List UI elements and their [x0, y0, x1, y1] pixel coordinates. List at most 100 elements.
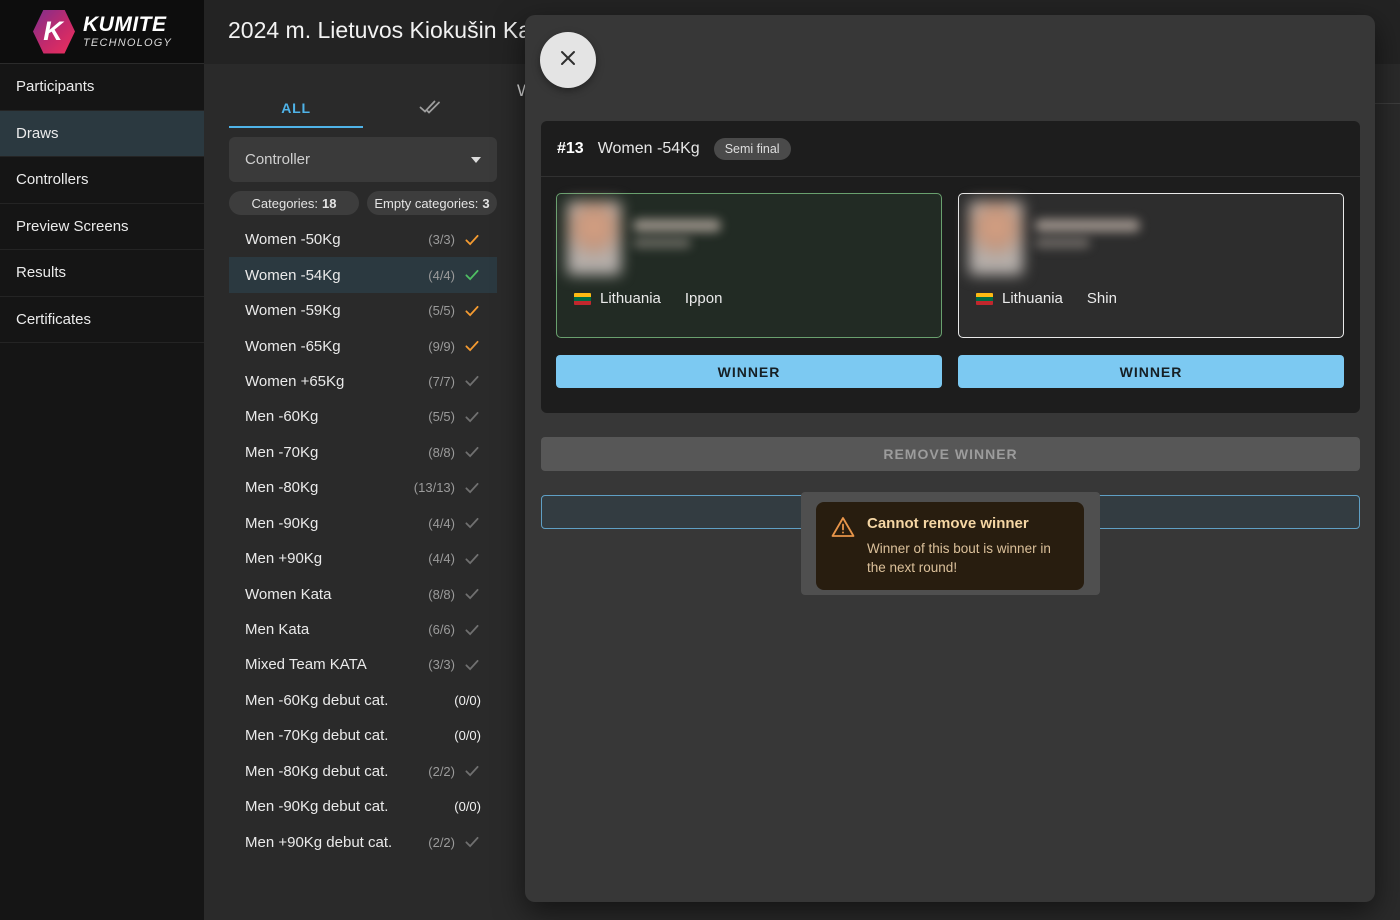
category-row[interactable]: Men -80Kg debut cat.(2/2) — [229, 754, 497, 789]
brand-hexagon-icon: K — [33, 10, 75, 54]
categories-count-chip: Categories:18 — [229, 191, 359, 215]
check-icon — [463, 833, 481, 851]
active-tab-indicator — [229, 126, 363, 128]
category-row[interactable]: Men -90Kg debut cat.(0/0) — [229, 789, 497, 824]
sidebar-nav: Participants Draws Controllers Preview Scre… — [0, 64, 204, 343]
category-count: (5/5) — [428, 303, 455, 318]
category-count: (4/4) — [428, 516, 455, 531]
cannot-remove-winner-tooltip: Cannot remove winner Winner of this bout… — [816, 502, 1084, 590]
sidebar-item-participants[interactable]: Participants — [0, 64, 204, 111]
category-row[interactable]: Women -50Kg(3/3) — [229, 222, 497, 257]
category-name: Men -90Kg debut cat. — [245, 798, 448, 815]
category-row[interactable]: Men -60Kg (5/5) — [229, 399, 497, 434]
sidebar: K KUMITE TECHNOLOGY Participants Draws Con… — [0, 0, 204, 920]
category-count: (0/0) — [454, 728, 481, 743]
category-tabs: ALL — [229, 88, 497, 128]
controller-select[interactable]: Controller — [229, 137, 497, 182]
category-name: Men -60Kg — [245, 408, 422, 425]
category-name: Women Kata — [245, 586, 422, 603]
brand-subtitle: TECHNOLOGY — [83, 38, 172, 49]
category-row[interactable]: Men +90Kg (4/4) — [229, 541, 497, 576]
check-icon — [463, 621, 481, 639]
competitor-country: Lithuania — [600, 290, 661, 307]
tab-all[interactable]: ALL — [229, 88, 363, 128]
sidebar-item-label: Controllers — [16, 171, 89, 188]
category-count: (7/7) — [428, 374, 455, 389]
check-icon — [463, 408, 481, 426]
competitor-club: Shin — [1087, 290, 1117, 307]
empty-categories-chip: Empty categories:3 — [367, 191, 497, 215]
competitor-name-blurred — [1035, 219, 1140, 232]
sidebar-item-label: Draws — [16, 125, 59, 142]
bout-dialog: #13 Women -54Kg Semi final Lithuania Ipp… — [525, 15, 1375, 902]
category-name: Women +65Kg — [245, 373, 422, 390]
check-icon — [463, 479, 481, 497]
tooltip-body: Winner of this bout is winner in the nex… — [867, 539, 1070, 577]
bout-card: #13 Women -54Kg Semi final Lithuania Ipp… — [541, 121, 1360, 413]
category-name: Women -50Kg — [245, 231, 422, 248]
category-count: (2/2) — [428, 835, 455, 850]
warning-icon — [831, 516, 855, 538]
sidebar-item-results[interactable]: Results — [0, 250, 204, 297]
competitor-country: Lithuania — [1002, 290, 1063, 307]
category-row[interactable]: Men Kata(6/6) — [229, 612, 497, 647]
check-icon — [463, 585, 481, 603]
remove-winner-button[interactable]: REMOVE WINNER — [541, 437, 1360, 471]
close-button[interactable] — [540, 32, 596, 88]
tab-completed[interactable] — [363, 88, 497, 128]
category-row[interactable]: Women Kata(8/8) — [229, 576, 497, 611]
check-icon — [463, 231, 481, 249]
sidebar-item-preview-screens[interactable]: Preview Screens — [0, 204, 204, 251]
category-count: (4/4) — [428, 551, 455, 566]
sidebar-item-draws[interactable]: Draws — [0, 111, 204, 158]
check-icon — [463, 302, 481, 320]
lithuania-flag-icon — [976, 293, 993, 305]
check-icon — [463, 550, 481, 568]
category-count: (5/5) — [428, 409, 455, 424]
category-name: Men -70Kg debut cat. — [245, 727, 448, 744]
check-icon — [463, 266, 481, 284]
winner-button-right[interactable]: WINNER — [958, 355, 1344, 388]
competitor-card-winner[interactable]: Lithuania Ippon — [556, 193, 942, 338]
sidebar-item-certificates[interactable]: Certificates — [0, 297, 204, 344]
category-row[interactable]: Men -60Kg debut cat.(0/0) — [229, 683, 497, 718]
category-name: Women -54Kg — [245, 267, 422, 284]
category-name: Men Kata — [245, 621, 422, 638]
category-row[interactable]: Women +65Kg (7/7) — [229, 364, 497, 399]
sidebar-item-label: Participants — [16, 78, 94, 95]
category-count: (8/8) — [428, 445, 455, 460]
competitor-name-blurred — [633, 219, 721, 232]
category-row[interactable]: Men -70Kg(8/8) — [229, 435, 497, 470]
sidebar-item-label: Certificates — [16, 311, 91, 328]
category-row[interactable]: Mixed Team KATA (3/3) — [229, 647, 497, 682]
category-row[interactable]: Women -65Kg(9/9) — [229, 328, 497, 363]
competitor-photo-blurred — [969, 201, 1023, 275]
bout-number: #13 — [557, 140, 584, 158]
category-list: Women -50Kg(3/3)Women -54Kg(4/4)Women -5… — [229, 222, 497, 860]
controller-select-label: Controller — [245, 151, 471, 168]
winner-button-left[interactable]: WINNER — [556, 355, 942, 388]
category-count: (2/2) — [428, 764, 455, 779]
category-row[interactable]: Women -59Kg(5/5) — [229, 293, 497, 328]
competitor-club: Ippon — [685, 290, 723, 307]
check-icon — [463, 337, 481, 355]
category-row[interactable]: Men -80Kg(13/13) — [229, 470, 497, 505]
category-row[interactable]: Men -70Kg debut cat. (0/0) — [229, 718, 497, 753]
category-row[interactable]: Men -90Kg(4/4) — [229, 506, 497, 541]
brand-name: KUMITE — [83, 14, 172, 35]
competitor-card[interactable]: Lithuania Shin — [958, 193, 1344, 338]
category-count: (4/4) — [428, 268, 455, 283]
check-icon — [463, 656, 481, 674]
tooltip-title: Cannot remove winner — [867, 515, 1070, 532]
close-icon — [557, 47, 579, 74]
competitor-detail-blurred — [633, 238, 691, 248]
category-row[interactable]: Women -54Kg (4/4) — [229, 257, 497, 292]
category-row[interactable]: Men +90Kg debut cat. (2/2) — [229, 824, 497, 859]
category-count: (3/3) — [428, 657, 455, 672]
sidebar-item-controllers[interactable]: Controllers — [0, 157, 204, 204]
sidebar-item-label: Results — [16, 264, 66, 281]
category-name: Men +90Kg debut cat. — [245, 834, 422, 851]
category-name: Mixed Team KATA — [245, 656, 422, 673]
category-count: (13/13) — [414, 480, 455, 495]
category-name: Men +90Kg — [245, 550, 422, 567]
